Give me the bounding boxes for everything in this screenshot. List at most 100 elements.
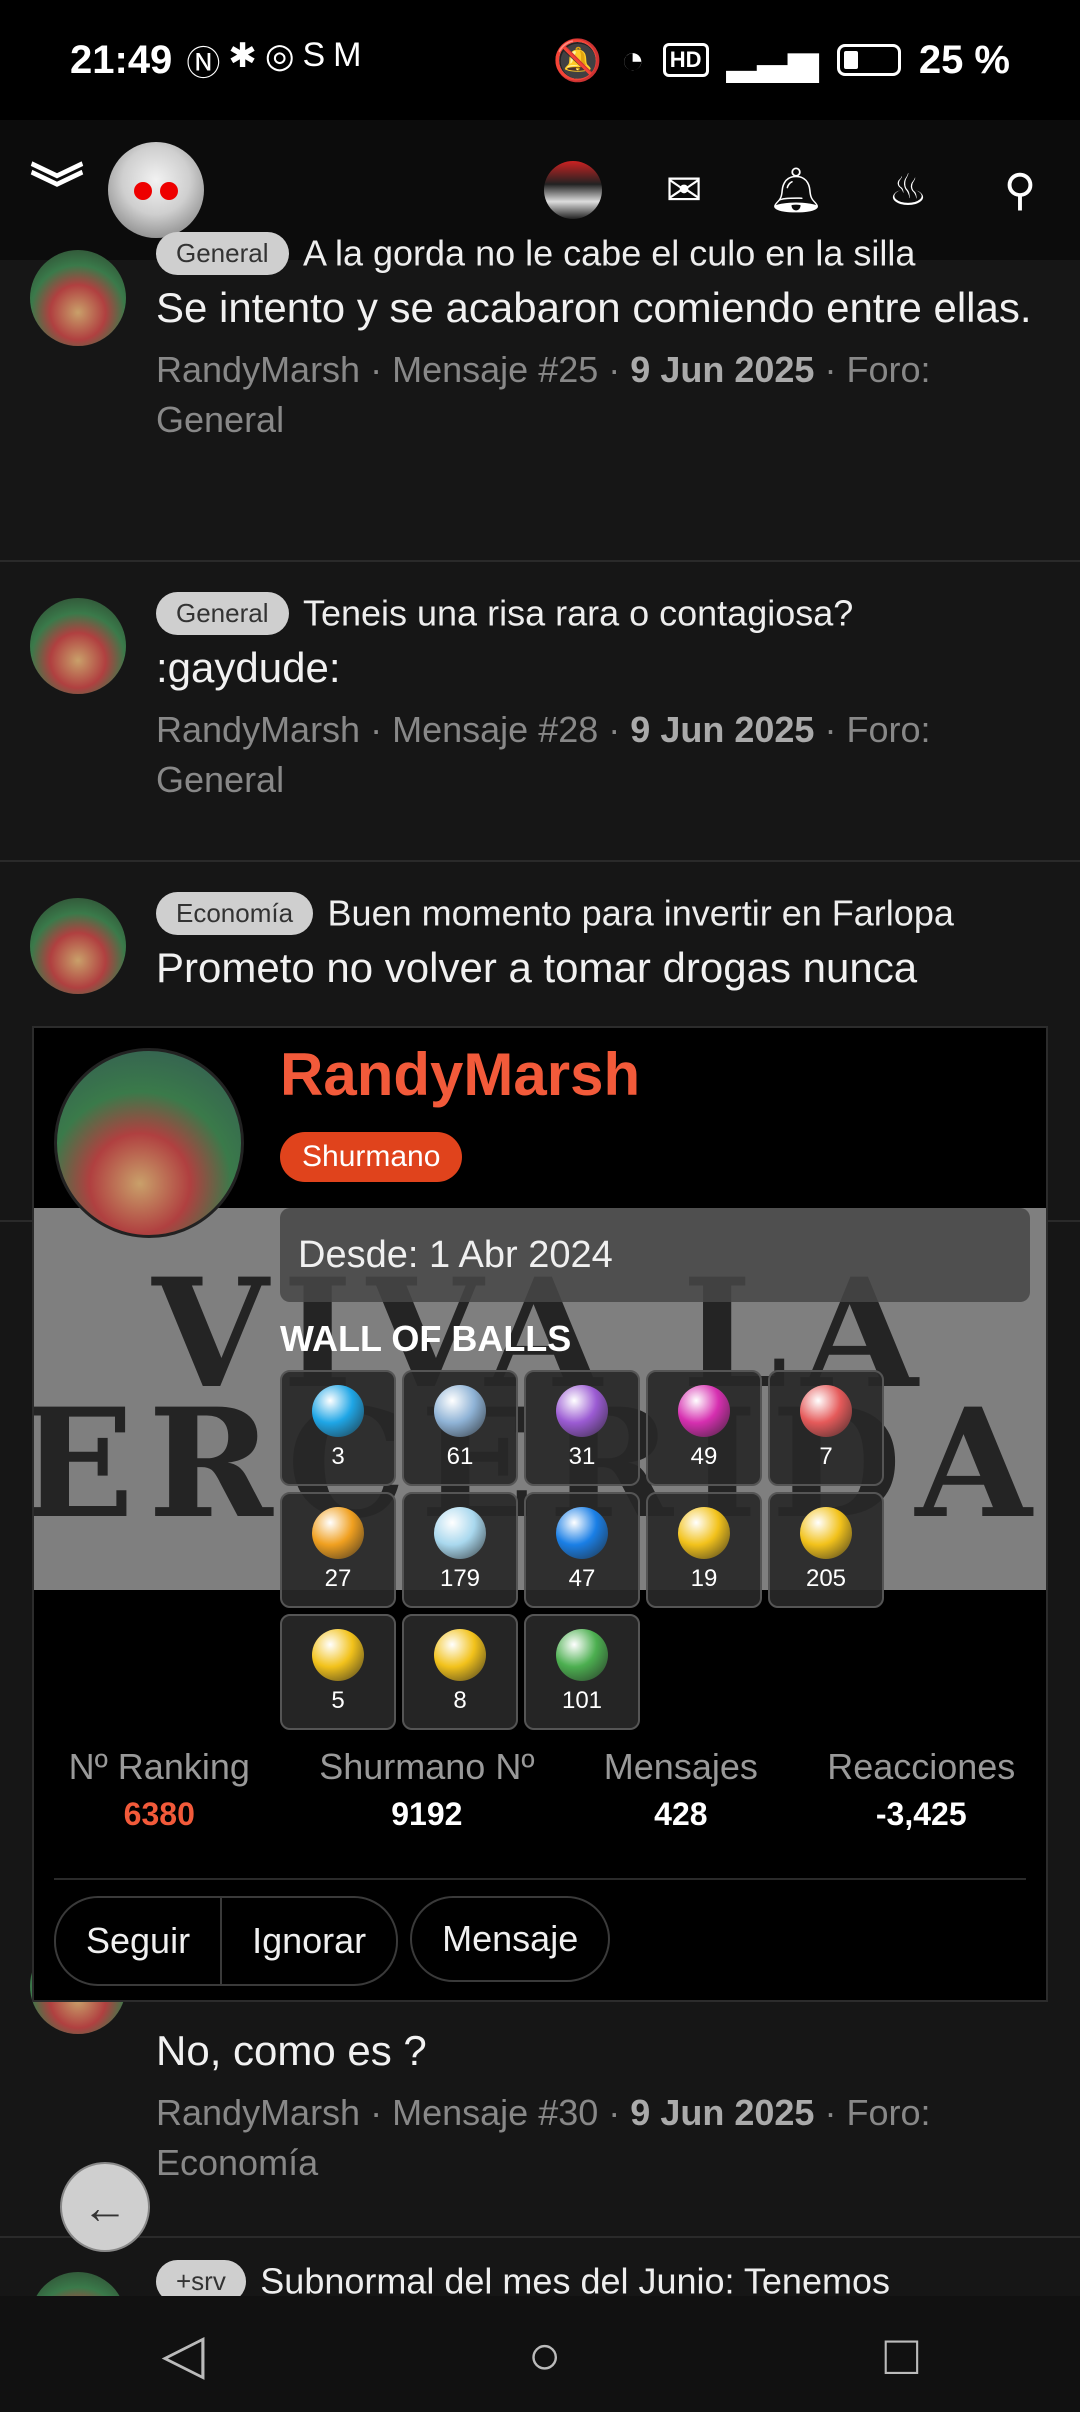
forum-tag[interactable]: General (156, 232, 289, 275)
ball-cell[interactable]: 7 (768, 1370, 884, 1486)
post-author[interactable]: RandyMarsh (156, 709, 360, 750)
ball-count: 49 (690, 1443, 718, 1470)
ball-cell[interactable]: 19 (646, 1492, 762, 1608)
heart-eyes-face-icon (312, 1629, 364, 1681)
diamond-icon (434, 1507, 486, 1559)
nfc-icon: Ⓝ (186, 44, 221, 83)
ball-cell[interactable]: 205 (768, 1492, 884, 1608)
post-forum[interactable]: General (156, 399, 284, 440)
forum-tag[interactable]: Economía (156, 892, 314, 935)
post-text: :gaydude: (156, 644, 341, 691)
thread-title[interactable]: Buen momento para invertir en Farlopa (328, 893, 954, 934)
post-avatar[interactable] (30, 250, 126, 346)
follow-ignore-group: Seguir Ignorar (54, 1896, 399, 1986)
profile-actions: Seguir Ignorar Mensaje (54, 1896, 611, 1986)
ignore-button[interactable]: Ignorar (220, 1898, 396, 1984)
status-time: 21:49 (70, 37, 173, 82)
ball-count: 61 (446, 1443, 474, 1470)
thread-title[interactable]: Teneis una risa rara o contagiosa? (303, 593, 853, 634)
grinch-icon (556, 1629, 608, 1681)
ball-cell[interactable]: 27 (280, 1492, 396, 1608)
ball-cell[interactable]: 31 (524, 1370, 640, 1486)
profile-avatar[interactable] (54, 1048, 244, 1238)
ball-count: 19 (690, 1565, 718, 1592)
ball-count: 179 (439, 1565, 481, 1592)
ball-count: 205 (805, 1565, 847, 1592)
s-icon: S (302, 35, 326, 74)
ball-cell[interactable]: 3 (280, 1370, 396, 1486)
stat-messages: Mensajes 428 (603, 1746, 758, 1832)
gold-gem-icon (312, 1507, 364, 1559)
post-forum[interactable]: Economía (156, 2142, 318, 2183)
divider (54, 1878, 1026, 1880)
wall-of-balls-grid: 3 61 31 49 7 27 179 47 19 205 5 8 101 (280, 1370, 884, 1730)
gmail-icon: M (333, 35, 362, 74)
purple-gem-icon (556, 1385, 608, 1437)
ball-count: 7 (819, 1443, 833, 1470)
wall-of-balls-title: WALL OF BALLS (280, 1318, 572, 1359)
rank-badge: Shurmano (280, 1132, 463, 1182)
rofl-face-icon (800, 1507, 852, 1559)
member-since: Desde: 1 Abr 2024 (280, 1208, 1030, 1302)
profile-stats: Nº Ranking 6380 Shurmano Nº 9192 Mensajes 4… (34, 1746, 1046, 1833)
search-icon[interactable]: ⚲ (990, 160, 1050, 220)
follow-button[interactable]: Seguir (56, 1898, 220, 1984)
ball-count: 31 (568, 1443, 596, 1470)
arrow-left-icon[interactable]: ← (60, 2162, 150, 2252)
ball-cell[interactable]: 8 (402, 1614, 518, 1730)
post-meta: RandyMarsh · Mensaje #28 · 9 Jun 2025 · … (156, 709, 931, 800)
nav-back-icon[interactable]: ◁ (162, 2321, 205, 2387)
post-item[interactable]: General Teneis una risa rara o contagios… (0, 562, 1080, 862)
nav-recents-icon[interactable]: □ (885, 2322, 919, 2387)
nav-home-icon[interactable]: ○ (528, 2322, 562, 2387)
status-left-icons: Ⓝ ✱ ◎ S M (186, 36, 361, 85)
post-text: Se intento y se acabaron comiendo entre … (156, 284, 1032, 331)
thread-title[interactable]: A la gorda no le cabe el culo en la sill… (303, 233, 915, 274)
status-right: 🔕 ◔ HD ▂▃▅ 25 % (553, 37, 1010, 84)
bluetooth-icon: ✱ (228, 36, 257, 75)
post-meta: RandyMarsh · Mensaje #25 · 9 Jun 2025 · … (156, 349, 931, 440)
envelope-icon[interactable]: ✉ (654, 160, 714, 220)
stat-member-number: Shurmano Nº 9192 (319, 1746, 535, 1832)
system-navbar: ◁ ○ □ (0, 2296, 1080, 2412)
wifi-icon: ◔ (620, 37, 645, 82)
message-button[interactable]: Mensaje (410, 1896, 611, 1982)
stat-ranking: Nº Ranking 6380 (68, 1746, 250, 1832)
post-message-number[interactable]: Mensaje #25 (392, 349, 598, 390)
ball-cell[interactable]: 179 (402, 1492, 518, 1608)
post-author[interactable]: RandyMarsh (156, 349, 360, 390)
post-date: 9 Jun 2025 (630, 2092, 815, 2133)
mute-icon: 🔕 (552, 38, 603, 83)
post-author[interactable]: RandyMarsh (156, 2092, 360, 2133)
ball-count: 47 (568, 1565, 596, 1592)
ball-count: 8 (453, 1687, 467, 1714)
status-bar: 21:49 Ⓝ ✱ ◎ S M 🔕 ◔ HD ▂▃▅ 25 % (0, 0, 1080, 120)
post-date: 9 Jun 2025 (630, 349, 815, 390)
ball-cell[interactable]: 49 (646, 1370, 762, 1486)
fire-icon[interactable]: ♨ (878, 160, 938, 220)
ball-count: 3 (331, 1443, 345, 1470)
forum-label: Foro: (846, 2092, 931, 2133)
post-avatar[interactable] (30, 598, 126, 694)
post-message-number[interactable]: Mensaje #28 (392, 709, 598, 750)
post-avatar[interactable] (30, 898, 126, 994)
ball-cell[interactable]: 61 (402, 1370, 518, 1486)
red-gem-icon (800, 1385, 852, 1437)
post-forum[interactable]: General (156, 759, 284, 800)
profile-username[interactable]: RandyMarsh (280, 1040, 640, 1109)
ball-cell[interactable]: 5 (280, 1614, 396, 1730)
post-item[interactable]: General A la gorda no le cabe el culo en… (0, 232, 1080, 562)
chevrons-down-icon[interactable]: ︾ (30, 163, 84, 217)
post-message-number[interactable]: Mensaje #30 (392, 2092, 598, 2133)
bell-icon[interactable]: 🔔︎ (766, 160, 826, 220)
ball-cell[interactable]: 47 (524, 1492, 640, 1608)
post-text: Prometo no volver a tomar drogas nunca (156, 944, 918, 991)
forum-label: Foro: (846, 709, 931, 750)
silver-gem-icon (434, 1385, 486, 1437)
post-text: No, como es ? (156, 2027, 427, 2074)
user-avatar[interactable] (544, 161, 602, 219)
ball-cell[interactable]: 101 (524, 1614, 640, 1730)
forum-tag[interactable]: General (156, 592, 289, 635)
ball-count: 27 (324, 1565, 352, 1592)
site-logo-robot[interactable] (108, 142, 204, 238)
